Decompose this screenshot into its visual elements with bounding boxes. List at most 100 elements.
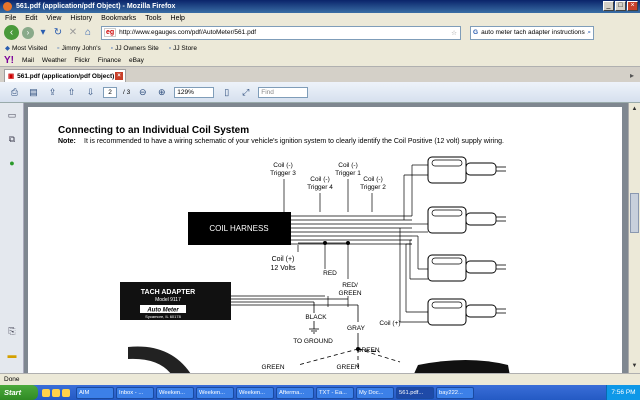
- scroll-down-icon[interactable]: ▼: [630, 362, 639, 371]
- search-engine-icon[interactable]: G: [473, 29, 478, 36]
- save-icon[interactable]: ▤: [27, 86, 40, 99]
- quick-launch: [42, 388, 70, 397]
- zoom-select[interactable]: 129%: [174, 86, 215, 98]
- trigger2-label-a: Coil (-): [363, 176, 383, 183]
- maximize-button[interactable]: □: [615, 1, 626, 11]
- task-weekend-1[interactable]: Weeken...: [156, 386, 194, 399]
- search-input[interactable]: auto meter tach adapter instructions: [481, 29, 585, 36]
- task-txt[interactable]: TXT - Ea...: [316, 386, 354, 399]
- pdf-toolbar: ⎙ ▤ ⇪ ⇧ ⇩ 2 / 3 ⊖ ⊕ 129% ▯ ⤢ Find: [0, 82, 640, 103]
- task-561-pdf[interactable]: 561.pdf...: [396, 386, 434, 399]
- menu-help[interactable]: Help: [171, 15, 185, 22]
- tach-adapter-model: Model 9117: [155, 297, 181, 303]
- dropdown-icon[interactable]: ▾: [37, 27, 49, 39]
- site-favicon: eg: [104, 28, 117, 37]
- bookmark-jj-owners[interactable]: ▫ JJ Owners Site: [111, 45, 159, 52]
- task-bay222[interactable]: bay222...: [436, 386, 474, 399]
- tachometer-gauge-partial: [128, 346, 191, 373]
- zoom-in-icon[interactable]: ⊕: [155, 86, 168, 99]
- share-icon[interactable]: ⇪: [46, 86, 59, 99]
- ground-symbol: [309, 321, 319, 334]
- pdf-nav-pane: ▭ ⧉ ● ⎘ ▬: [0, 103, 24, 373]
- page-total: / 3: [123, 88, 131, 96]
- close-button[interactable]: ×: [627, 1, 638, 11]
- start-button[interactable]: Start: [0, 385, 38, 400]
- page-down-icon[interactable]: ⇩: [84, 86, 97, 99]
- quick-launch-icon[interactable]: [62, 388, 70, 397]
- task-inbox[interactable]: Inbox - ...: [116, 386, 154, 399]
- task-weekend-2[interactable]: Weeken...: [196, 386, 234, 399]
- reload-icon[interactable]: ↻: [52, 27, 64, 39]
- comment-icon[interactable]: ▬: [6, 349, 18, 361]
- navigation-toolbar: ‹ › ▾ ↻ ✕ ⌂ eg http://www.egauges.com/pd…: [0, 23, 640, 42]
- task-weekend-3[interactable]: Weeken...: [236, 386, 274, 399]
- search-icon[interactable]: ⌕: [587, 29, 591, 37]
- back-button[interactable]: ‹: [4, 25, 19, 40]
- yahoo-ebay[interactable]: eBay: [129, 57, 144, 64]
- quick-launch-icon[interactable]: [52, 388, 60, 397]
- search-box[interactable]: G auto meter tach adapter instructions ⌕: [470, 25, 594, 40]
- tab-list-icon[interactable]: ▸: [630, 71, 634, 80]
- yahoo-flickr[interactable]: Flickr: [74, 57, 90, 64]
- quick-launch-icon[interactable]: [42, 388, 50, 397]
- system-tray-clock[interactable]: 7:56 PM: [606, 385, 640, 400]
- menu-tools[interactable]: Tools: [145, 15, 161, 22]
- coil-1: [427, 156, 506, 184]
- task-aftermarket[interactable]: Afterma...: [276, 386, 314, 399]
- menu-view[interactable]: View: [46, 15, 61, 22]
- coil-3: [427, 254, 506, 282]
- bookmark-label: JJ Owners Site: [115, 44, 159, 52]
- tach-adapter-title: TACH ADAPTER: [141, 289, 195, 296]
- zoom-out-icon[interactable]: ⊖: [136, 86, 149, 99]
- bookmark-star-icon[interactable]: ☆: [451, 29, 457, 37]
- page-icon: ▫: [57, 44, 60, 52]
- task-aim[interactable]: AIM: [76, 386, 114, 399]
- menu-history[interactable]: History: [70, 15, 92, 22]
- menu-file[interactable]: File: [5, 15, 16, 22]
- pdf-page: Connecting to an Individual Coil System …: [28, 107, 622, 373]
- red-green-label-a: RED/: [342, 282, 358, 289]
- coil-positive-right-label: Coil (+): [379, 320, 400, 327]
- trigger1-label-b: Trigger 1: [335, 170, 361, 177]
- signature-icon[interactable]: ●: [6, 157, 18, 169]
- bookmark-jimmy-johns[interactable]: ▫ Jimmy John's: [57, 45, 100, 52]
- wiring-diagram: Connecting to an Individual Coil System …: [58, 125, 510, 373]
- trigger4-label-b: Trigger 4: [307, 184, 333, 191]
- tab-close-icon[interactable]: ×: [115, 72, 123, 80]
- fit-width-icon[interactable]: ⤢: [239, 86, 252, 99]
- fit-page-icon[interactable]: ▯: [220, 86, 233, 99]
- distributor-partial: [414, 360, 510, 373]
- forward-button[interactable]: ›: [22, 26, 34, 39]
- page-up-icon[interactable]: ⇧: [65, 86, 78, 99]
- coil-2: [427, 206, 506, 234]
- menu-edit[interactable]: Edit: [25, 15, 37, 22]
- yahoo-mail[interactable]: Mail: [22, 57, 34, 64]
- task-my-documents[interactable]: My Doc...: [356, 386, 394, 399]
- pages-icon[interactable]: ▭: [6, 109, 18, 121]
- scroll-thumb[interactable]: [630, 193, 639, 233]
- yahoo-weather[interactable]: Weather: [42, 57, 66, 64]
- start-label: Start: [4, 388, 22, 397]
- bookmark-jj-store[interactable]: ▫ JJ Store: [169, 45, 197, 52]
- url-text[interactable]: http://www.egauges.com/pdf/AutoMeter/561…: [119, 29, 256, 36]
- bookmark-most-visited[interactable]: ◆ Most Visited: [5, 44, 47, 52]
- home-icon[interactable]: ⌂: [82, 27, 94, 39]
- page-number-input[interactable]: 2: [103, 86, 117, 98]
- print-icon[interactable]: ⎙: [8, 86, 21, 99]
- find-input[interactable]: Find: [258, 86, 309, 98]
- tach-adapter-brand: Auto Meter: [146, 308, 179, 314]
- gray-junction: [356, 347, 360, 351]
- minimize-button[interactable]: _: [603, 1, 614, 11]
- url-bar[interactable]: eg http://www.egauges.com/pdf/AutoMeter/…: [101, 25, 461, 40]
- yahoo-logo[interactable]: Y!: [4, 55, 14, 66]
- attachment-icon[interactable]: ⎘: [6, 325, 18, 337]
- gray-wire-label: GRAY: [347, 325, 366, 332]
- stop-icon[interactable]: ✕: [67, 27, 79, 39]
- tab-561-pdf[interactable]: ▣ 561.pdf (application/pdf Object) ×: [4, 69, 126, 82]
- bookmarks-pane-icon[interactable]: ⧉: [6, 133, 18, 145]
- scroll-up-icon[interactable]: ▲: [630, 105, 639, 114]
- yahoo-finance[interactable]: Finance: [98, 57, 121, 64]
- tab-favicon: ▣: [8, 73, 15, 80]
- menu-bookmarks[interactable]: Bookmarks: [101, 15, 136, 22]
- vertical-scrollbar[interactable]: ▲ ▼: [628, 103, 640, 373]
